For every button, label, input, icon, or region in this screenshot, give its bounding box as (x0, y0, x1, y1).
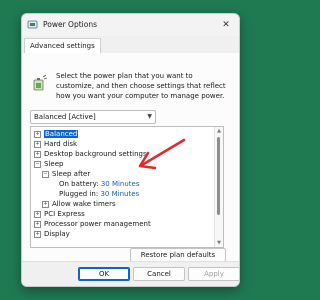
annotation-arrow-icon (138, 138, 186, 170)
